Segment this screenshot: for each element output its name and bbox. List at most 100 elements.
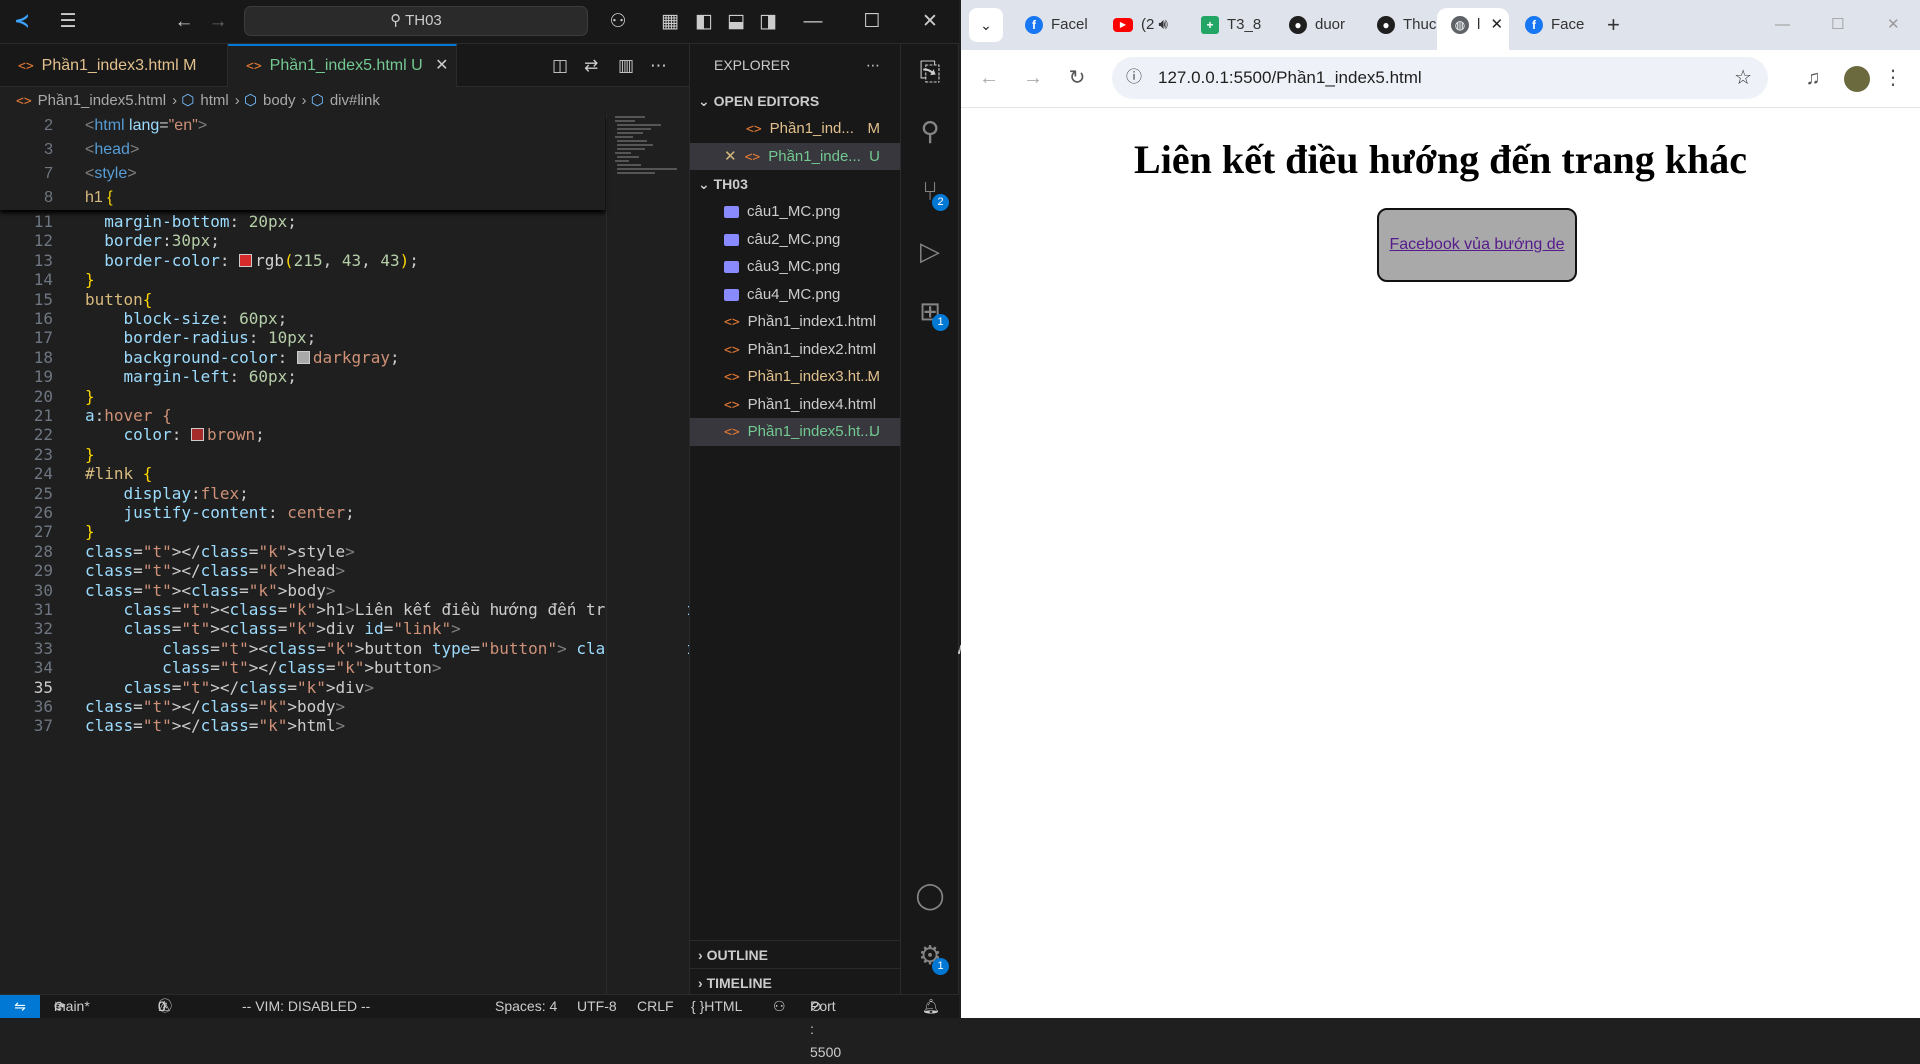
code-line[interactable]: 3 <head> [0, 138, 605, 162]
close-tab-icon[interactable]: ✕ [435, 57, 448, 74]
maximize-icon[interactable]: ☐ [1817, 8, 1857, 50]
account-icon[interactable]: ◯ [901, 880, 959, 911]
facebook-icon: f [1025, 16, 1043, 35]
media-control-icon[interactable]: ♫ [1793, 58, 1833, 98]
split-editor-icon[interactable]: ▥ [618, 44, 634, 87]
browser-tab[interactable]: f Face [1511, 8, 1599, 50]
notifications-icon[interactable]: 🔔︎ [922, 995, 940, 1018]
extensions-icon[interactable]: ⊞ 1 [901, 296, 959, 331]
code-line[interactable]: 8 h1 { [0, 186, 605, 210]
tab-index5[interactable]: <> Phần1_index5.html U ✕ [228, 44, 457, 87]
run-debug-icon[interactable]: ▷ [901, 236, 959, 267]
close-icon[interactable]: ✕ [724, 148, 737, 165]
reload-icon[interactable]: ↻ [1057, 58, 1097, 98]
new-tab-icon[interactable]: + [1601, 8, 1631, 50]
file-item[interactable]: <> Phần1_index3.ht... M [690, 363, 900, 391]
vim-status[interactable]: -- VIM: DISABLED -- [242, 995, 370, 1018]
outline-section[interactable]: › OUTLINE [690, 940, 901, 968]
file-label: Phần1_index5.ht... [747, 423, 873, 440]
settings-gear-icon[interactable]: ⚙ 1 [901, 940, 959, 975]
copilot-icon[interactable]: ⚇ [600, 0, 636, 44]
browser-tab[interactable]: ● duor [1275, 8, 1363, 50]
toggle-sidebar-icon[interactable]: ◧ [686, 0, 722, 44]
breadcrumb-div-link[interactable]: div#link [330, 92, 380, 109]
tab-index3[interactable]: <> Phần1_index3.html M [0, 44, 228, 87]
command-search-input[interactable]: ⚲ TH03 [244, 6, 588, 36]
copilot-status-icon[interactable]: ⚇ [773, 995, 786, 1018]
file-list: câu1_MC.png câu2_MC.png câu3_MC.png câu4_MC… [690, 198, 900, 446]
explorer-more-icon[interactable]: ⋯ [866, 44, 880, 87]
code-editor[interactable]: 11 margin-bottom: 20px; 12 border:30px; 13… [0, 114, 991, 994]
breadcrumb-html[interactable]: html [200, 92, 228, 109]
code-line[interactable]: 37 class="t"></class="k">html> [0, 714, 605, 738]
browser-tab[interactable]: ▶ (2 🔊︎ [1099, 8, 1187, 50]
file-label: Phần1_index2.html [747, 340, 877, 358]
facebook-link-button[interactable]: Facebook vủa bướng de [1377, 208, 1577, 282]
browser-tab-active[interactable]: ◍ l ✕ [1437, 8, 1509, 50]
bookmark-star-icon[interactable]: ☆ [1734, 57, 1752, 99]
tab-search-icon[interactable]: ⌄ [969, 8, 1003, 42]
file-item[interactable]: câu1_MC.png [690, 198, 900, 226]
minimize-icon[interactable]: — [1761, 8, 1801, 50]
file-item[interactable]: <> Phần1_index5.ht... U [690, 418, 900, 446]
browser-tabstrip: ⌄ f Facel ▶ (2 🔊︎ + T3_8 ● duor ● Thuc ◍ l ✕ f… [961, 0, 1920, 50]
search-icon[interactable]: ⚲ [901, 116, 959, 147]
explorer-icon[interactable]: ⎘ [901, 56, 959, 88]
page-heading: Liên kết điều hướng đến trang khác [1134, 137, 1747, 182]
open-editor-item[interactable]: <> Phần1_ind... M [690, 115, 900, 143]
back-arrow-icon[interactable]: ← [166, 0, 202, 44]
browser-toolbar: ← → ↻ ⓘ 127.0.0.1:5500/Phần1_index5.html… [961, 50, 1920, 108]
close-tab-icon[interactable]: ✕ [1491, 16, 1504, 33]
open-editor-item[interactable]: ✕ <> Phần1_inde... U [690, 142, 900, 170]
file-item[interactable]: câu3_MC.png [690, 253, 900, 281]
web-page: Liên kết điều hướng đến trang khác Faceb… [961, 108, 1920, 1018]
browser-window: ⌄ f Facel ▶ (2 🔊︎ + T3_8 ● duor ● Thuc ◍ l ✕ f… [961, 0, 1920, 1018]
folder-section[interactable]: ⌄ TH03 [690, 170, 900, 198]
avatar[interactable] [1837, 58, 1877, 98]
file-label: câu4_MC.png [747, 285, 841, 303]
forward-arrow-icon[interactable]: → [200, 0, 236, 44]
file-item[interactable]: câu2_MC.png [690, 226, 900, 254]
code-line[interactable]: 2 <html lang="en"> [0, 114, 605, 138]
forward-arrow-icon[interactable]: → [1013, 58, 1053, 98]
close-window-icon[interactable]: ✕ [912, 0, 948, 44]
file-item[interactable]: <> Phần1_index4.html [690, 391, 900, 419]
facebook-link[interactable]: Facebook vủa bướng de [1389, 236, 1564, 253]
browser-tab[interactable]: f Facel [1011, 8, 1099, 50]
timeline-section[interactable]: › TIMELINE [690, 968, 901, 996]
file-item[interactable]: <> Phần1_index1.html [690, 308, 900, 336]
toggle-panel-icon[interactable]: ⬓ [718, 0, 754, 44]
language-status[interactable]: { } HTML [691, 995, 742, 1018]
compare-icon[interactable]: ⇄ [584, 44, 598, 87]
minimap[interactable] [606, 114, 688, 994]
browser-tab[interactable]: + T3_8 [1187, 8, 1275, 50]
indentation-status[interactable]: Spaces: 4 [495, 995, 557, 1018]
close-window-icon[interactable]: ✕ [1873, 8, 1913, 50]
browser-menu-icon[interactable]: ⋮ [1873, 58, 1913, 98]
address-bar[interactable]: ⓘ 127.0.0.1:5500/Phần1_index5.html ☆ [1112, 57, 1768, 99]
source-control-icon[interactable]: ⑂ 2 [901, 176, 959, 211]
breadcrumb-file[interactable]: Phần1_index5.html [38, 92, 166, 109]
maximize-icon[interactable]: ☐ [854, 0, 890, 44]
toggle-secondary-sidebar-icon[interactable]: ◨ [750, 0, 786, 44]
eol-status[interactable]: CRLF [637, 995, 674, 1018]
code-line[interactable]: 7 <style> [0, 162, 605, 186]
remote-icon[interactable]: ⇋ [0, 995, 40, 1018]
breadcrumb-body[interactable]: body [263, 92, 296, 109]
html-file-icon: <> [744, 149, 761, 165]
minimize-icon[interactable]: — [795, 0, 831, 44]
file-item[interactable]: <> Phần1_index2.html [690, 336, 900, 364]
site-info-icon[interactable]: ⓘ [1126, 57, 1142, 99]
menu-icon[interactable]: ☰ [50, 0, 86, 44]
more-actions-icon[interactable]: ⋯ [650, 44, 667, 87]
layout-icon[interactable]: ▦ [652, 0, 688, 44]
open-editors-section[interactable]: ⌄ OPEN EDITORS [690, 87, 900, 115]
explorer-title: EXPLORER ⋯ [690, 44, 900, 87]
file-label: câu2_MC.png [747, 230, 841, 248]
open-preview-icon[interactable]: ◫ [552, 44, 568, 87]
back-arrow-icon[interactable]: ← [969, 58, 1009, 98]
html-file-icon: <> [724, 370, 740, 385]
file-item[interactable]: câu4_MC.png [690, 281, 900, 309]
encoding-status[interactable]: UTF-8 [577, 995, 617, 1018]
image-file-icon [724, 206, 739, 219]
